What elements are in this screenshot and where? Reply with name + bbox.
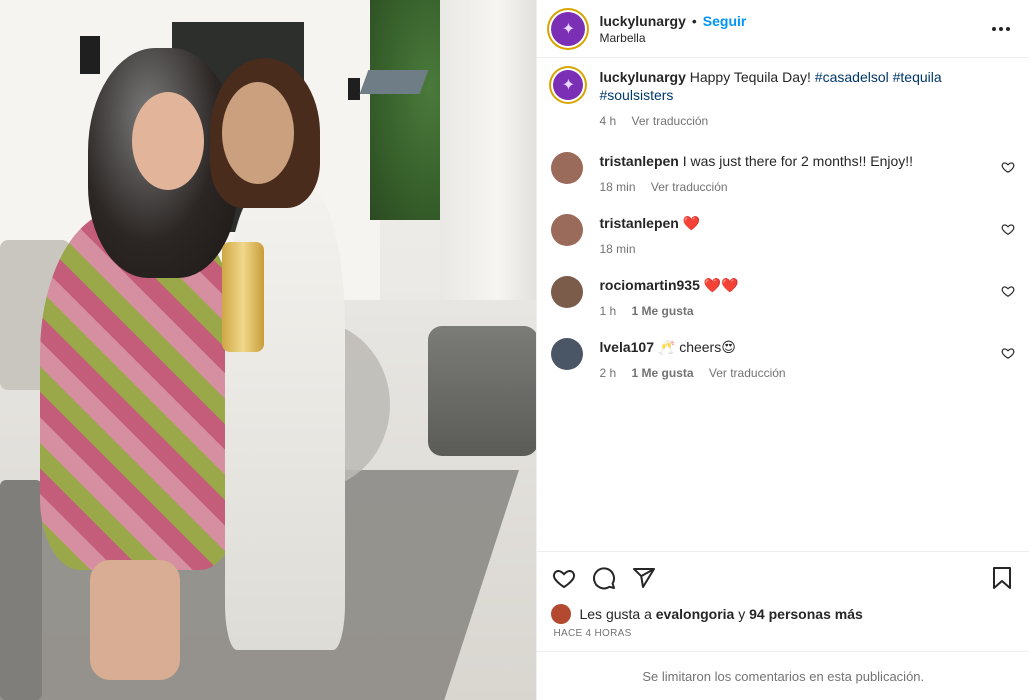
instagram-post: ✦ luckylunargy • Seguir Marbella ✦ luckylu…	[0, 0, 1029, 700]
likes-prefix: Les gusta a	[579, 606, 652, 622]
caption: ✦ luckylunargy Happy Tequila Day! #casad…	[551, 68, 1015, 130]
comment-time[interactable]: 18 min	[599, 242, 635, 256]
commenter-avatar[interactable]	[551, 152, 584, 184]
comments-list: ✦ luckylunargy Happy Tequila Day! #casad…	[537, 58, 1029, 551]
photo-wall-lamp	[80, 36, 100, 74]
photo-pillar	[440, 0, 537, 340]
comment-item: tristanlepen I was just there for 2 mont…	[551, 152, 1015, 196]
caption-avatar[interactable]: ✦	[553, 70, 584, 100]
comment-likes[interactable]: 1 Me gusta	[632, 304, 694, 318]
photo-roof	[359, 70, 429, 94]
hashtag-casadelsol[interactable]: #casadelsol	[815, 69, 889, 85]
comment-text: lvela107 🥂 cheers😍 2 h 1 Me gusta Ver tr…	[599, 338, 1015, 382]
caption-meta: 4 h Ver traducción	[599, 112, 1015, 130]
avatar-glyph-icon: ✦	[561, 20, 576, 38]
commenter-avatar[interactable]	[551, 276, 584, 308]
author-info: luckylunargy • Seguir Marbella	[599, 12, 989, 46]
save-button[interactable]	[989, 565, 1015, 591]
comment-meta: 2 h 1 Me gusta Ver traducción	[599, 364, 1015, 382]
comment-body: ❤️❤️	[703, 277, 739, 293]
liker-avatar[interactable]	[551, 604, 572, 624]
heart-icon[interactable]	[1001, 284, 1015, 298]
comment-body: 🥂 cheers😍	[657, 339, 736, 355]
comment-icon	[593, 567, 616, 590]
comment-username[interactable]: lvela107	[599, 339, 654, 355]
more-icon[interactable]	[989, 17, 1013, 41]
comment-item: lvela107 🥂 cheers😍 2 h 1 Me gusta Ver tr…	[551, 338, 1015, 382]
comment-item: tristanlepen ❤️ 18 min	[551, 214, 1015, 258]
caption-time[interactable]: 4 h	[599, 114, 616, 128]
commenter-avatar[interactable]	[551, 214, 584, 246]
post-photo[interactable]	[0, 0, 537, 700]
translate-link[interactable]: Ver traducción	[709, 366, 786, 380]
avatar-glyph-icon: ✦	[561, 77, 576, 94]
post-timestamp[interactable]: HACE 4 HORAS	[537, 624, 1029, 651]
comment-username[interactable]: rociomartin935	[599, 277, 699, 293]
translate-link[interactable]: Ver traducción	[632, 114, 709, 128]
action-bar	[537, 551, 1029, 604]
caption-text: luckylunargy Happy Tequila Day! #casadel…	[599, 68, 1015, 130]
hashtag-soulsisters[interactable]: #soulsisters	[599, 87, 673, 103]
comment-time[interactable]: 2 h	[599, 366, 616, 380]
comment-username[interactable]: tristanlepen	[599, 153, 678, 169]
comments-limited-notice: Se limitaron los comentarios en esta pub…	[537, 651, 1029, 700]
photo-person-1-legs	[90, 560, 180, 680]
share-button[interactable]	[631, 565, 657, 591]
separator-dot: •	[691, 12, 697, 29]
heart-icon[interactable]	[1001, 222, 1015, 236]
comment-text: rociomartin935 ❤️❤️ 1 h 1 Me gusta	[599, 276, 1015, 320]
hashtag-tequila[interactable]: #tequila	[893, 69, 942, 85]
comment-meta: 18 min Ver traducción	[599, 178, 1015, 196]
caption-body: Happy Tequila Day!	[689, 69, 811, 85]
likes-joiner: y	[738, 606, 746, 622]
comment-text: tristanlepen ❤️ 18 min	[599, 214, 1015, 258]
photo-tequila-bottle	[222, 242, 264, 352]
liker-username[interactable]: evalongoria	[656, 605, 735, 623]
heart-icon[interactable]	[1001, 160, 1015, 174]
likes-summary: Les gusta a evalongoria y 94 personas má…	[537, 604, 1029, 624]
post-header: ✦ luckylunargy • Seguir Marbella	[537, 0, 1029, 58]
comment-time[interactable]: 1 h	[599, 304, 616, 318]
share-icon	[633, 568, 656, 588]
post-location[interactable]: Marbella	[599, 30, 989, 46]
author-avatar[interactable]: ✦	[551, 11, 586, 46]
comment-time[interactable]: 18 min	[599, 180, 635, 194]
comment-meta: 1 h 1 Me gusta	[599, 302, 1015, 320]
comment-meta: 18 min	[599, 240, 1015, 258]
author-line: luckylunargy • Seguir	[599, 12, 989, 30]
bookmark-icon	[993, 567, 1011, 589]
photo-person-2-face	[222, 82, 294, 184]
author-username[interactable]: luckylunargy	[599, 13, 685, 29]
post-sidebar: ✦ luckylunargy • Seguir Marbella ✦ luckylu…	[536, 0, 1029, 700]
translate-link[interactable]: Ver traducción	[651, 180, 728, 194]
comment-username[interactable]: tristanlepen	[599, 215, 678, 231]
likes-count[interactable]: 94 personas más	[749, 605, 863, 623]
photo-stool	[0, 480, 42, 700]
comment-body: I was just there for 2 months!! Enjoy!!	[682, 153, 914, 169]
photo-person-1-face	[132, 92, 204, 190]
heart-icon	[553, 569, 576, 589]
photo-planter	[428, 326, 537, 456]
commenter-avatar[interactable]	[551, 338, 584, 370]
photo-wall-lamp-2	[348, 78, 360, 100]
comment-likes[interactable]: 1 Me gusta	[632, 366, 694, 380]
comment-button[interactable]	[591, 565, 617, 591]
follow-button[interactable]: Seguir	[703, 13, 747, 29]
comment-item: rociomartin935 ❤️❤️ 1 h 1 Me gusta	[551, 276, 1015, 320]
comment-body: ❤️	[682, 215, 701, 231]
comment-text: tristanlepen I was just there for 2 mont…	[599, 152, 1015, 196]
like-button[interactable]	[551, 565, 577, 591]
caption-username[interactable]: luckylunargy	[599, 69, 685, 85]
heart-icon[interactable]	[1001, 346, 1015, 360]
